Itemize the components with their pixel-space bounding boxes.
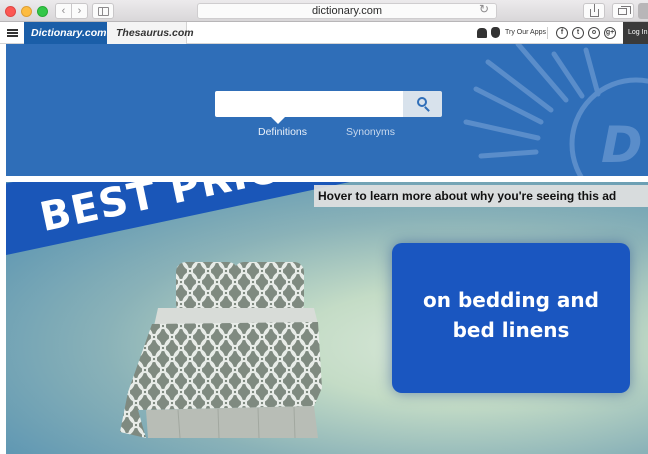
- login-button[interactable]: Log In: [623, 22, 648, 44]
- try-our-apps-link[interactable]: Try Our Apps: [505, 22, 546, 44]
- tabs-icon: [618, 6, 631, 15]
- address-bar[interactable]: dictionary.com: [197, 3, 497, 19]
- close-window-button[interactable]: [5, 6, 16, 17]
- minimize-window-button[interactable]: [21, 6, 32, 17]
- twitter-icon[interactable]: t: [572, 27, 584, 39]
- share-icon: [590, 4, 599, 17]
- reload-icon[interactable]: ↻: [479, 2, 489, 16]
- search-input[interactable]: [215, 91, 403, 117]
- ad-offer-line-2: bed linens: [452, 318, 570, 342]
- show-tabs-button[interactable]: [612, 3, 634, 19]
- header-divider: [547, 27, 548, 39]
- back-button[interactable]: ‹: [55, 3, 72, 19]
- active-tab-indicator: [271, 117, 285, 124]
- ad-headline: BEST PRICE: [36, 182, 310, 241]
- sidebar-icon: [98, 7, 109, 16]
- sidebar-toggle-button[interactable]: [92, 3, 114, 19]
- google-plus-icon[interactable]: g+: [604, 27, 616, 39]
- ad-offer-box[interactable]: on bedding and bed linens: [392, 243, 630, 393]
- android-icon[interactable]: [477, 28, 487, 38]
- new-tab-button[interactable]: [638, 3, 648, 19]
- ad-offer-line-1: on bedding and: [423, 288, 599, 312]
- dictionary-logo-sunburst: D: [463, 44, 648, 176]
- zoom-window-button[interactable]: [37, 6, 48, 17]
- ad-info-link[interactable]: Hover to learn more about why you're see…: [314, 185, 648, 207]
- search-button[interactable]: [403, 91, 442, 117]
- share-button[interactable]: [583, 3, 605, 19]
- bed-image: [120, 262, 322, 439]
- tab-thesaurus[interactable]: Thesaurus.com: [107, 22, 194, 44]
- apple-icon[interactable]: [491, 27, 500, 38]
- tab-dictionary[interactable]: Dictionary.com: [24, 22, 107, 44]
- tab-synonyms[interactable]: Synonyms: [346, 126, 395, 138]
- site-header: Dictionary.com Thesaurus.com Try Our App…: [0, 22, 648, 44]
- advertisement[interactable]: BEST PRICE Hover to learn more about why…: [6, 182, 648, 454]
- instagram-icon[interactable]: o: [588, 27, 600, 39]
- tab-definitions[interactable]: Definitions: [258, 126, 307, 138]
- address-text: dictionary.com: [311, 5, 383, 17]
- menu-icon[interactable]: [7, 29, 18, 37]
- forward-button[interactable]: ›: [71, 3, 88, 19]
- facebook-icon[interactable]: f: [556, 27, 568, 39]
- browser-toolbar: ‹ › dictionary.com ↻: [0, 0, 648, 22]
- logo-letter: D: [601, 116, 643, 174]
